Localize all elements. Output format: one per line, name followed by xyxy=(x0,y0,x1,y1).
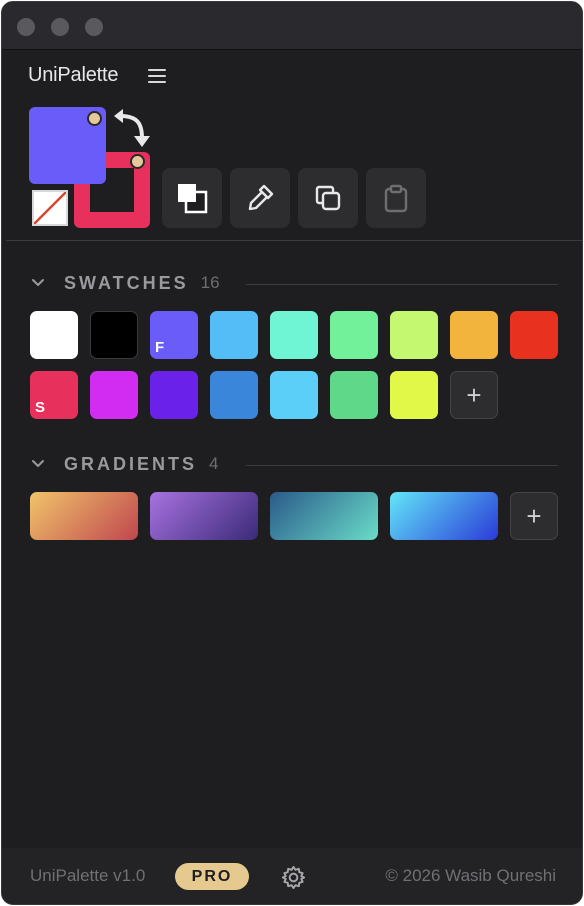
swatch-tag: S xyxy=(35,399,46,416)
swatches-header[interactable]: SWATCHES 16 xyxy=(30,271,220,295)
color-swatch[interactable] xyxy=(210,371,258,419)
color-swatch[interactable] xyxy=(150,371,198,419)
color-swatch[interactable] xyxy=(90,311,138,359)
pro-badge: PRO xyxy=(175,863,249,890)
paste-color-button[interactable] xyxy=(366,168,426,228)
fill-stroke-default-icon xyxy=(178,184,208,214)
swatches-label: SWATCHES xyxy=(64,272,189,293)
color-swatch[interactable] xyxy=(510,311,558,359)
color-swatch[interactable] xyxy=(390,311,438,359)
color-swatch[interactable] xyxy=(330,311,378,359)
gradient-swatch[interactable] xyxy=(390,492,498,540)
gear-icon[interactable] xyxy=(280,864,307,891)
gradients-rule xyxy=(246,465,558,466)
color-swatch[interactable] xyxy=(390,371,438,419)
hamburger-menu-icon[interactable] xyxy=(148,69,166,85)
paste-icon xyxy=(384,184,408,213)
copy-color-button[interactable] xyxy=(298,168,358,228)
close-window-button[interactable] xyxy=(17,18,35,36)
footer: UniPalette v1.0 PRO © 2026 Wasib Qureshi xyxy=(2,848,582,904)
color-swatch[interactable] xyxy=(270,311,318,359)
gradient-swatch[interactable] xyxy=(30,492,138,540)
swatches-count: 16 xyxy=(200,273,220,292)
panel-divider xyxy=(6,240,582,241)
add-swatch-button[interactable]: + xyxy=(450,371,498,419)
app-window: UniPalette SWATCHES 16 F S + GRADIENTS 4… xyxy=(1,1,583,905)
color-swatch[interactable] xyxy=(210,311,258,359)
copy-icon xyxy=(315,185,341,211)
version-label: UniPalette v1.0 xyxy=(30,866,146,885)
chevron-down-icon[interactable] xyxy=(30,275,46,291)
fill-active-indicator xyxy=(87,111,102,126)
title-bar xyxy=(2,2,582,50)
gradient-swatch[interactable] xyxy=(270,492,378,540)
color-swatch[interactable] xyxy=(330,371,378,419)
stroke-active-indicator xyxy=(130,154,145,169)
none-slash-icon xyxy=(34,192,66,224)
add-gradient-button[interactable]: + xyxy=(510,492,558,540)
swap-fill-stroke-icon[interactable] xyxy=(110,108,152,150)
gradients-count: 4 xyxy=(209,454,219,473)
color-swatch[interactable] xyxy=(90,371,138,419)
zoom-window-button[interactable] xyxy=(85,18,103,36)
gradients-label: GRADIENTS xyxy=(64,453,198,474)
copyright-label: © 2026 Wasib Qureshi xyxy=(385,866,556,885)
default-fill-stroke-button[interactable] xyxy=(162,168,222,228)
color-swatch[interactable]: S xyxy=(30,371,78,419)
eyedropper-icon xyxy=(248,184,274,211)
color-swatch[interactable]: F xyxy=(150,311,198,359)
swatches-rule xyxy=(246,284,558,285)
eyedropper-button[interactable] xyxy=(230,168,290,228)
chevron-down-icon[interactable] xyxy=(30,456,46,472)
gradient-swatch[interactable] xyxy=(150,492,258,540)
color-swatch[interactable] xyxy=(30,311,78,359)
color-swatch[interactable] xyxy=(270,371,318,419)
swatch-tag: F xyxy=(155,339,165,356)
minimize-window-button[interactable] xyxy=(51,18,69,36)
app-title: UniPalette xyxy=(28,64,119,86)
color-swatch[interactable] xyxy=(450,311,498,359)
gradients-header[interactable]: GRADIENTS 4 xyxy=(30,452,218,476)
none-color-button[interactable] xyxy=(32,190,68,226)
